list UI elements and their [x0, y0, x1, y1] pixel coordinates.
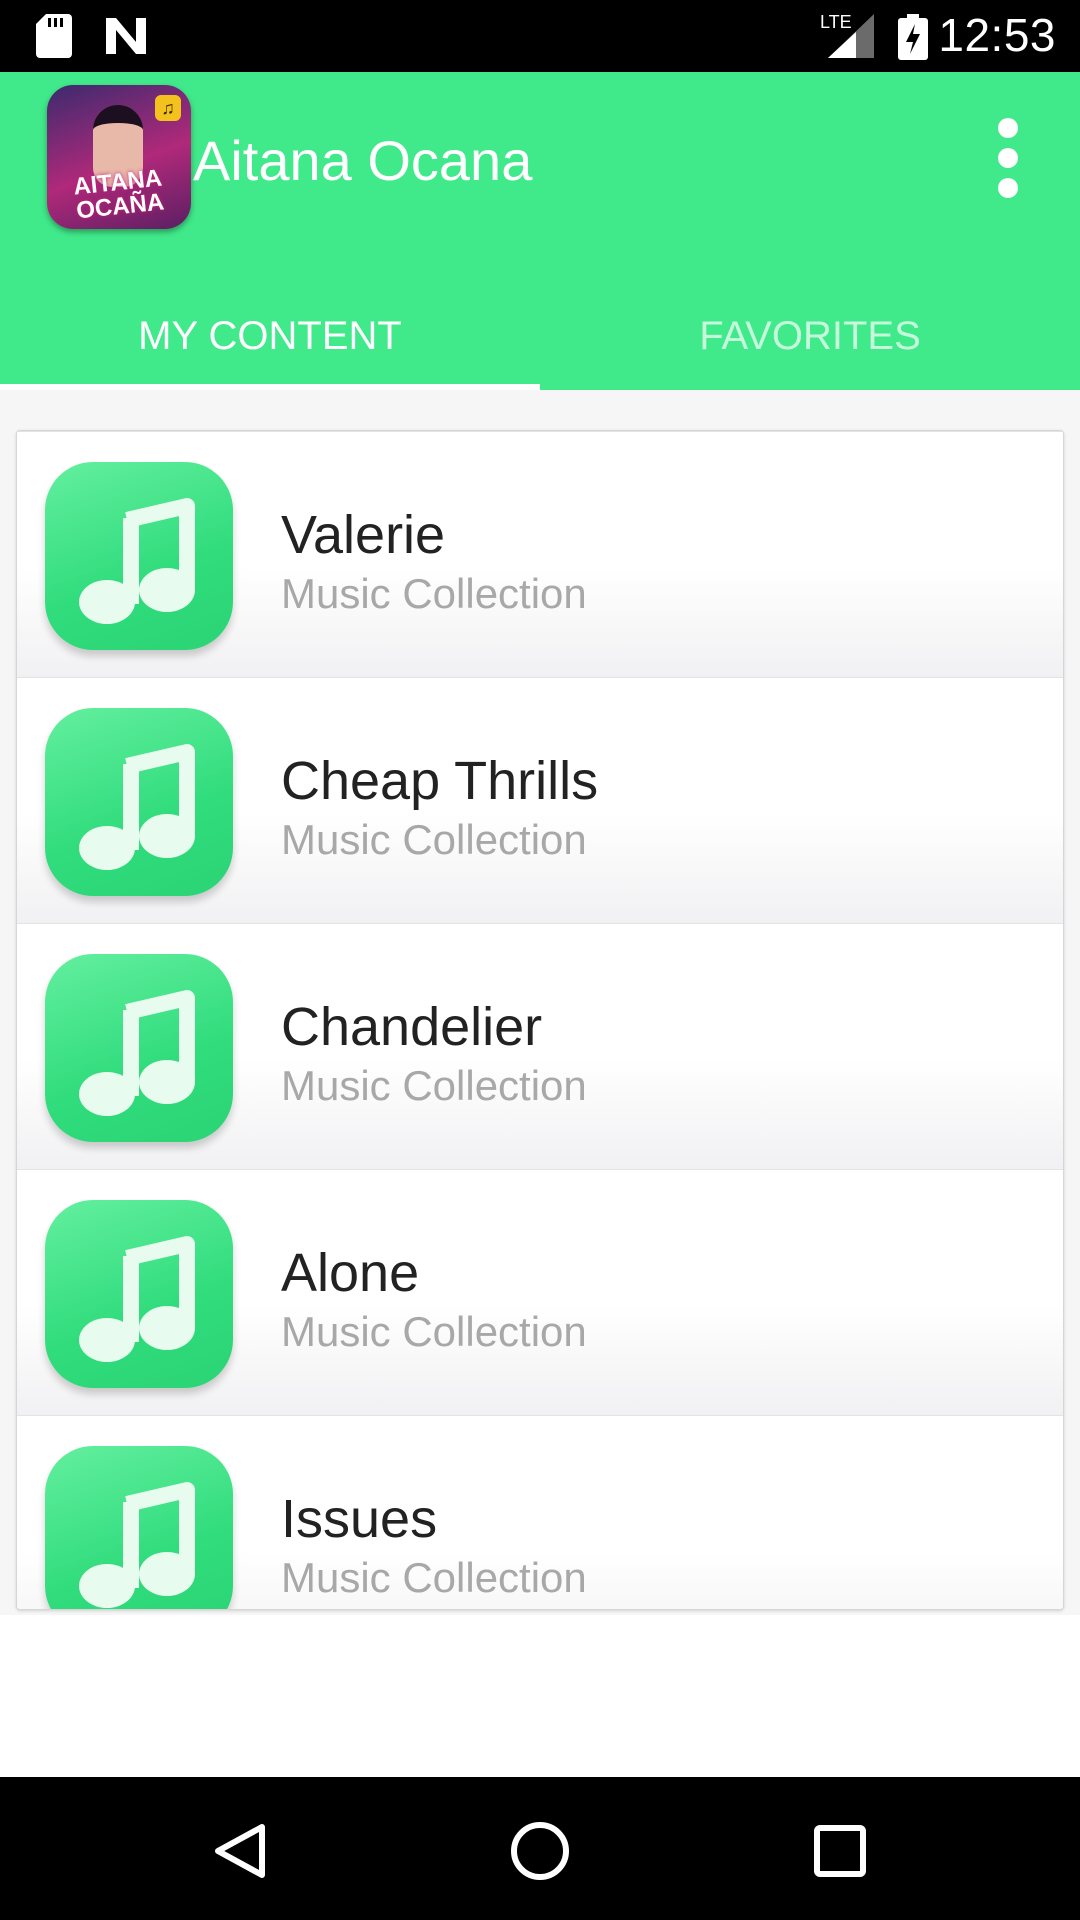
song-subtitle: Music Collection: [281, 1308, 587, 1355]
music-note-icon: [45, 708, 233, 896]
song-title: Valerie: [281, 505, 446, 565]
music-badge-icon: ♫: [155, 95, 181, 121]
app-bar: ♫ AITANA OCAÑA Aitana Ocana MY CONTENT F…: [0, 72, 1080, 390]
status-bar: LTE 12:53: [0, 0, 1080, 72]
sd-card-icon: [36, 14, 72, 58]
recents-icon[interactable]: [800, 1811, 880, 1891]
song-subtitle: Music Collection: [281, 570, 587, 617]
tab-my-content[interactable]: MY CONTENT: [0, 282, 540, 390]
song-title: Chandelier: [281, 997, 543, 1057]
song-list[interactable]: Valerie Music Collection Cheap Thrills M…: [16, 430, 1064, 1610]
clock: 12:53: [938, 9, 1056, 61]
back-icon[interactable]: [200, 1811, 280, 1891]
battery-charging-icon: [898, 14, 928, 60]
content-area[interactable]: Valerie Music Collection Cheap Thrills M…: [0, 390, 1080, 1615]
list-item[interactable]: Alone Music Collection: [17, 1169, 1063, 1415]
song-title: Alone: [281, 1243, 420, 1303]
list-item[interactable]: Chandelier Music Collection: [17, 923, 1063, 1169]
music-note-icon: [45, 954, 233, 1142]
song-subtitle: Music Collection: [281, 1062, 587, 1109]
home-icon[interactable]: [500, 1811, 580, 1891]
app-title: Aitana Ocana: [193, 129, 533, 192]
n-notification-icon: [106, 18, 146, 54]
music-note-icon: [45, 462, 233, 650]
tab-favorites[interactable]: FAVORITES: [540, 282, 1080, 390]
music-note-icon: [45, 1200, 233, 1388]
song-title: Issues: [281, 1489, 438, 1549]
song-subtitle: Music Collection: [281, 816, 587, 863]
app-logo: ♫ AITANA OCAÑA: [47, 85, 191, 229]
more-vert-icon[interactable]: [988, 118, 1028, 198]
list-item[interactable]: Issues Music Collection: [17, 1415, 1063, 1609]
list-item[interactable]: Cheap Thrills Music Collection: [17, 677, 1063, 923]
list-item[interactable]: Valerie Music Collection: [17, 431, 1063, 677]
lte-signal-icon: [828, 14, 874, 58]
music-note-icon: [45, 1446, 233, 1609]
logo-text: AITANA OCAÑA: [72, 164, 166, 225]
navigation-bar: [0, 1777, 1080, 1920]
song-title: Cheap Thrills: [281, 751, 599, 811]
song-subtitle: Music Collection: [281, 1554, 587, 1601]
